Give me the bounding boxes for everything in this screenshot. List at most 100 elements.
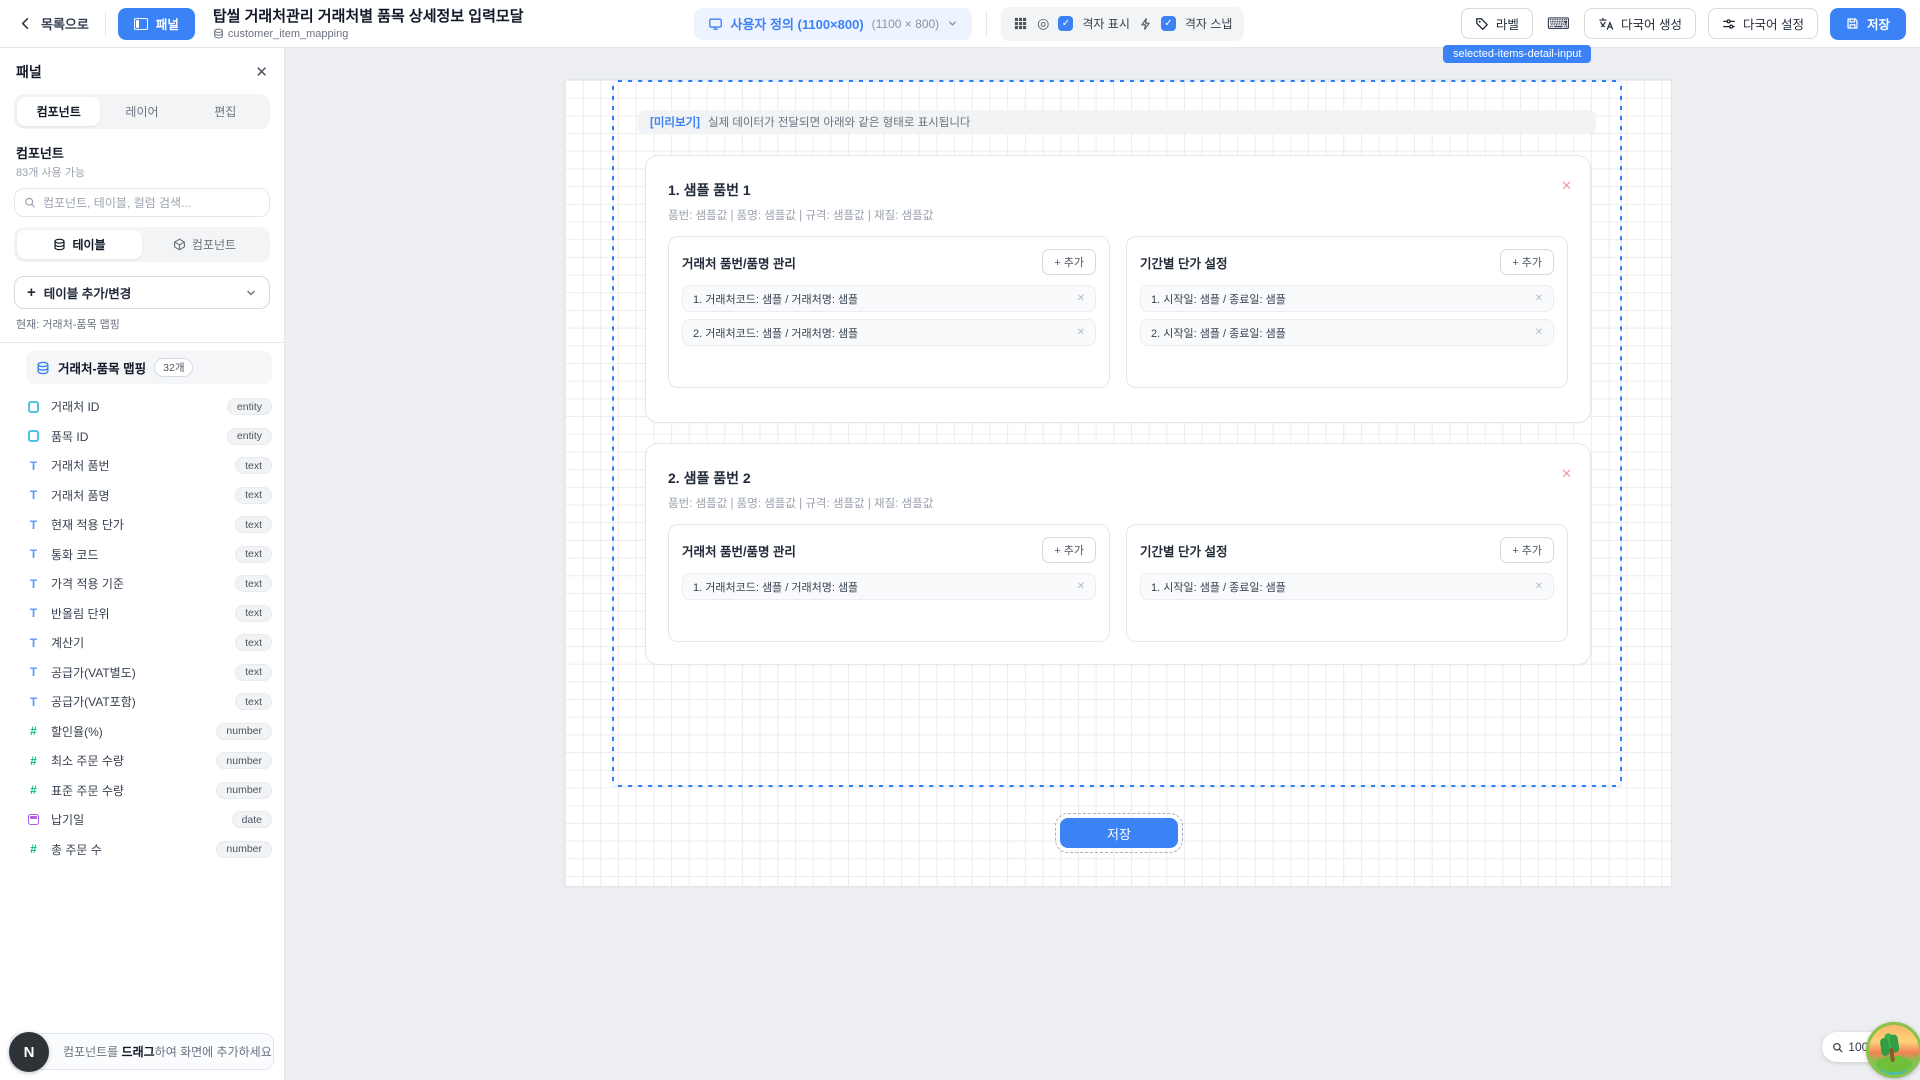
label-button[interactable]: 라벨 bbox=[1461, 8, 1533, 39]
field-item[interactable]: T공급가(VAT별도)text bbox=[26, 658, 272, 688]
remove-item-icon[interactable]: ✕ bbox=[1535, 581, 1543, 592]
component-search[interactable] bbox=[14, 188, 270, 217]
add-item-button[interactable]: + 추가 bbox=[1042, 537, 1096, 563]
left-panel: 패널 ✕ 컴포넌트 레이어 편집 컴포넌트 83개 사용 가능 테이블 컴포넌트… bbox=[0, 48, 285, 1080]
field-type-badge: text bbox=[235, 634, 272, 651]
text-type-icon: T bbox=[26, 606, 41, 620]
list-item: 1. 거래처코드: 샘플 / 거래처명: 샘플✕ bbox=[682, 573, 1096, 600]
entity-type-icon bbox=[26, 430, 41, 442]
field-type-badge: date bbox=[232, 811, 272, 828]
field-item[interactable]: 납기일date bbox=[26, 805, 272, 835]
field-type-badge: text bbox=[235, 693, 272, 710]
editor-stage[interactable]: [미리보기] 실제 데이터가 전달되면 아래와 같은 형태로 표시됩니다 ✕1.… bbox=[285, 48, 1920, 1080]
card-subtitle: 품번: 샘플값 | 품명: 샘플값 | 규격: 샘플값 | 재질: 샘플값 bbox=[668, 207, 1568, 223]
lightning-icon bbox=[1139, 17, 1152, 31]
components-section-title: 컴포넌트 bbox=[16, 143, 268, 162]
field-label: 통화 코드 bbox=[51, 546, 99, 563]
inner-panel: 기간별 단가 설정+ 추가1. 시작일: 샘플 / 종료일: 샘플✕2. 시작일… bbox=[1126, 236, 1568, 388]
field-item[interactable]: T공급가(VAT포함)text bbox=[26, 687, 272, 717]
number-type-icon: # bbox=[26, 783, 41, 797]
number-type-icon: # bbox=[26, 724, 41, 738]
viewport-selector[interactable]: 사용자 정의 (1100×800) (1100 × 800) bbox=[694, 8, 973, 40]
panel-toggle-button[interactable]: 패널 bbox=[118, 8, 195, 40]
database-icon bbox=[53, 238, 66, 251]
field-label: 거래처 ID bbox=[51, 398, 99, 415]
field-item[interactable]: T계산기text bbox=[26, 628, 272, 658]
field-label: 계산기 bbox=[51, 634, 84, 651]
text-type-icon: T bbox=[26, 547, 41, 561]
form-save-button[interactable]: 저장 bbox=[1060, 818, 1178, 848]
save-button[interactable]: 저장 bbox=[1830, 8, 1906, 40]
table-name: 거래처-품목 맵핑 bbox=[58, 358, 146, 377]
field-label: 거래처 품명 bbox=[51, 487, 110, 504]
list-item: 1. 시작일: 샘플 / 종료일: 샘플✕ bbox=[1140, 285, 1554, 312]
table-group-header[interactable]: 거래처-품목 맵핑 32개 bbox=[26, 351, 272, 384]
field-item[interactable]: T가격 적용 기준text bbox=[26, 569, 272, 599]
list-item: 2. 거래처코드: 샘플 / 거래처명: 샘플✕ bbox=[682, 319, 1096, 346]
grid-options-group: ◎ ✓ 격자 표시 ✓ 격자 스냅 bbox=[1001, 7, 1244, 41]
field-item[interactable]: T 거래처 품명 text bbox=[26, 481, 272, 511]
grid-icon bbox=[1013, 16, 1028, 31]
field-item[interactable]: #총 주문 수number bbox=[26, 835, 272, 865]
divider bbox=[0, 342, 284, 343]
card-subtitle: 품번: 샘플값 | 품명: 샘플값 | 규격: 샘플값 | 재질: 샘플값 bbox=[668, 495, 1568, 511]
field-type-badge: text bbox=[235, 487, 272, 504]
tab-edit[interactable]: 편집 bbox=[184, 97, 267, 126]
field-type-badge: text bbox=[235, 546, 272, 563]
field-label: 공급가(VAT포함) bbox=[51, 693, 136, 710]
field-item[interactable]: #최소 주문 수량number bbox=[26, 746, 272, 776]
text-type-icon: T bbox=[26, 488, 41, 502]
field-label: 표준 주문 수량 bbox=[51, 782, 124, 799]
add-item-button[interactable]: + 추가 bbox=[1500, 249, 1554, 275]
back-arrow-icon bbox=[18, 16, 33, 31]
source-tab-components[interactable]: 컴포넌트 bbox=[142, 230, 267, 259]
field-item[interactable]: # 표준 주문 수량 number bbox=[26, 776, 272, 806]
field-type-badge: number bbox=[216, 782, 272, 799]
preview-card: ✕1. 샘플 품번 1품번: 샘플값 | 품명: 샘플값 | 규격: 샘플값 |… bbox=[645, 155, 1591, 423]
eye-icon: ◎ bbox=[1037, 15, 1049, 32]
field-item[interactable]: 거래처 IDentity bbox=[26, 392, 272, 422]
i18n-generate-button[interactable]: 다국어 생성 bbox=[1584, 8, 1696, 39]
number-type-icon: # bbox=[26, 754, 41, 768]
remove-item-icon[interactable]: ✕ bbox=[1535, 327, 1543, 338]
tab-layers[interactable]: 레이어 bbox=[100, 97, 183, 126]
panel-title: 패널 bbox=[16, 62, 42, 82]
top-toolbar: 목록으로 패널 탑씰 거래처관리 거래처별 품목 상세정보 입력모달 custo… bbox=[0, 0, 1920, 48]
field-item[interactable]: T거래처 품번text bbox=[26, 451, 272, 481]
field-item[interactable]: 품목 IDentity bbox=[26, 422, 272, 452]
list-item: 2. 시작일: 샘플 / 종료일: 샘플✕ bbox=[1140, 319, 1554, 346]
remove-item-icon[interactable]: ✕ bbox=[1077, 327, 1085, 338]
back-button[interactable]: 목록으로 bbox=[14, 8, 93, 39]
tab-components[interactable]: 컴포넌트 bbox=[17, 97, 100, 126]
field-item[interactable]: #할인율(%)number bbox=[26, 717, 272, 747]
field-list: 거래처 IDentity품목 IDentityT거래처 품번text T 거래처 품… bbox=[0, 388, 284, 1025]
i18n-settings-button[interactable]: 다국어 설정 bbox=[1708, 8, 1818, 39]
field-type-badge: number bbox=[216, 752, 272, 769]
design-canvas[interactable]: [미리보기] 실제 데이터가 전달되면 아래와 같은 형태로 표시됩니다 ✕1.… bbox=[565, 80, 1671, 886]
card-title: 1. 샘플 품번 1 bbox=[668, 180, 1568, 200]
source-tab-tables[interactable]: 테이블 bbox=[17, 230, 142, 259]
field-type-badge: text bbox=[235, 575, 272, 592]
translate-icon bbox=[1598, 17, 1614, 31]
remove-item-icon[interactable]: ✕ bbox=[1535, 293, 1543, 304]
add-table-button[interactable]: + 테이블 추가/변경 bbox=[14, 276, 270, 309]
add-item-button[interactable]: + 추가 bbox=[1042, 249, 1096, 275]
plus-icon: + bbox=[27, 284, 36, 301]
add-item-button[interactable]: + 추가 bbox=[1500, 537, 1554, 563]
field-item[interactable]: T현재 적용 단가text bbox=[26, 510, 272, 540]
remove-item-icon[interactable]: ✕ bbox=[1077, 293, 1085, 304]
remove-item-icon[interactable]: ✕ bbox=[1077, 581, 1085, 592]
keyboard-shortcuts-icon[interactable]: ⌨ bbox=[1545, 12, 1572, 36]
field-label: 현재 적용 단가 bbox=[51, 516, 124, 533]
field-item[interactable]: T반올림 단위text bbox=[26, 599, 272, 629]
grid-show-checkbox[interactable]: ✓ bbox=[1058, 16, 1073, 31]
close-icon[interactable]: ✕ bbox=[255, 63, 268, 81]
search-input[interactable] bbox=[43, 196, 260, 210]
field-item[interactable]: T 통화 코드 text bbox=[26, 540, 272, 570]
card-close-icon[interactable]: ✕ bbox=[1561, 466, 1572, 482]
field-label: 할인율(%) bbox=[51, 723, 103, 740]
database-icon bbox=[213, 28, 224, 39]
grid-snap-checkbox[interactable]: ✓ bbox=[1161, 16, 1176, 31]
text-type-icon: T bbox=[26, 577, 41, 591]
card-close-icon[interactable]: ✕ bbox=[1561, 178, 1572, 194]
